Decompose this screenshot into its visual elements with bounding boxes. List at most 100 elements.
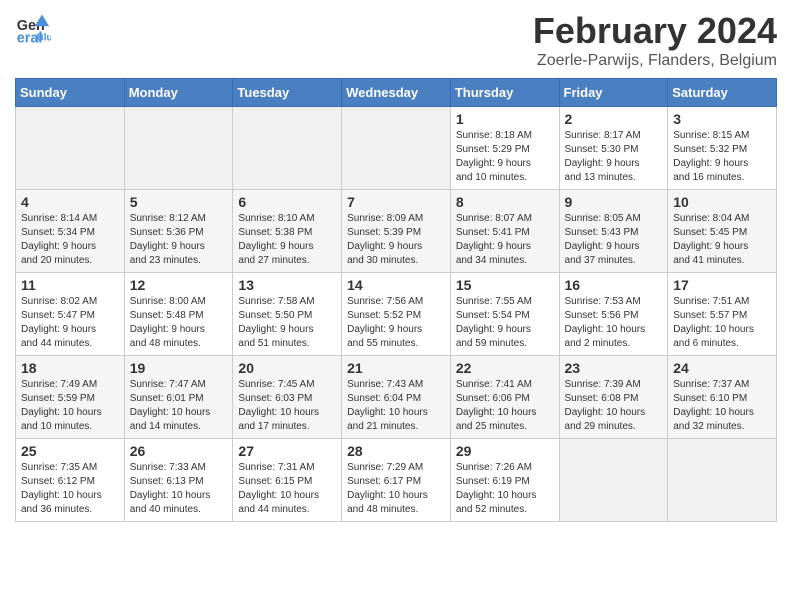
day-info: Sunrise: 8:00 AM Sunset: 5:48 PM Dayligh… <box>130 295 228 351</box>
day-info: Sunrise: 8:15 AM Sunset: 5:32 PM Dayligh… <box>673 129 771 185</box>
day-number: 11 <box>21 277 119 293</box>
calendar-week-2: 4Sunrise: 8:14 AM Sunset: 5:34 PM Daylig… <box>16 190 777 273</box>
calendar-cell: 7 Sunrise: 8:09 AM Sunset: 5:39 PM Daylig… <box>342 190 451 273</box>
day-info: Sunrise: 7:45 AM Sunset: 6:03 PM Dayligh… <box>238 378 336 434</box>
day-info: Sunrise: 7:29 AM Sunset: 6:17 PM Dayligh… <box>347 461 445 517</box>
logo: Gen eral Blue <box>15 10 51 46</box>
day-info: Sunrise: 7:51 AM Sunset: 5:57 PM Dayligh… <box>673 295 771 351</box>
calendar-cell: 10 Sunrise: 8:04 AM Sunset: 5:45 PM Dayli… <box>668 190 777 273</box>
day-number: 7 <box>347 194 445 210</box>
day-number: 16 <box>565 277 663 293</box>
day-number: 15 <box>456 277 554 293</box>
calendar-week-4: 18 Sunrise: 7:49 AM Sunset: 5:59 PM Dayli… <box>16 356 777 439</box>
day-info: Sunrise: 7:35 AM Sunset: 6:12 PM Dayligh… <box>21 461 119 517</box>
column-header-thursday: Thursday <box>450 79 559 107</box>
calendar-week-5: 25Sunrise: 7:35 AM Sunset: 6:12 PM Dayli… <box>16 439 777 522</box>
day-number: 3 <box>673 111 771 127</box>
day-number: 23 <box>565 360 663 376</box>
calendar-cell: 28 Sunrise: 7:29 AM Sunset: 6:17 PM Dayli… <box>342 439 451 522</box>
title-section: February 2024 Zoerle-Parwijs, Flanders, … <box>533 10 777 70</box>
calendar-cell: 4Sunrise: 8:14 AM Sunset: 5:34 PM Daylig… <box>16 190 125 273</box>
calendar-cell: 20 Sunrise: 7:45 AM Sunset: 6:03 PM Dayli… <box>233 356 342 439</box>
calendar-cell: 25Sunrise: 7:35 AM Sunset: 6:12 PM Dayli… <box>16 439 125 522</box>
calendar-cell: 9 Sunrise: 8:05 AM Sunset: 5:43 PM Daylig… <box>559 190 668 273</box>
day-info: Sunrise: 7:58 AM Sunset: 5:50 PM Dayligh… <box>238 295 336 351</box>
calendar-cell: 24 Sunrise: 7:37 AM Sunset: 6:10 PM Dayli… <box>668 356 777 439</box>
day-number: 14 <box>347 277 445 293</box>
day-info: Sunrise: 8:17 AM Sunset: 5:30 PM Dayligh… <box>565 129 663 185</box>
month-title: February 2024 <box>533 10 777 52</box>
day-info: Sunrise: 7:43 AM Sunset: 6:04 PM Dayligh… <box>347 378 445 434</box>
day-info: Sunrise: 7:31 AM Sunset: 6:15 PM Dayligh… <box>238 461 336 517</box>
calendar-cell: 19Sunrise: 7:47 AM Sunset: 6:01 PM Dayli… <box>124 356 233 439</box>
page-header: Gen eral Blue February 2024 Zoerle-Parwi… <box>15 10 777 70</box>
day-number: 20 <box>238 360 336 376</box>
day-info: Sunrise: 8:10 AM Sunset: 5:38 PM Dayligh… <box>238 212 336 268</box>
calendar-cell: 26 Sunrise: 7:33 AM Sunset: 6:13 PM Dayli… <box>124 439 233 522</box>
day-number: 26 <box>130 443 228 459</box>
logo-icon: Gen eral Blue <box>15 10 51 46</box>
calendar-cell: 14 Sunrise: 7:56 AM Sunset: 5:52 PM Dayli… <box>342 273 451 356</box>
calendar-cell: 2Sunrise: 8:17 AM Sunset: 5:30 PM Daylig… <box>559 107 668 190</box>
day-number: 5 <box>130 194 228 210</box>
day-number: 6 <box>238 194 336 210</box>
day-info: Sunrise: 7:26 AM Sunset: 6:19 PM Dayligh… <box>456 461 554 517</box>
day-number: 9 <box>565 194 663 210</box>
calendar-cell: 8Sunrise: 8:07 AM Sunset: 5:41 PM Daylig… <box>450 190 559 273</box>
column-header-tuesday: Tuesday <box>233 79 342 107</box>
calendar-week-3: 11 Sunrise: 8:02 AM Sunset: 5:47 PM Dayli… <box>16 273 777 356</box>
day-info: Sunrise: 7:49 AM Sunset: 5:59 PM Dayligh… <box>21 378 119 434</box>
day-number: 24 <box>673 360 771 376</box>
calendar-week-1: 1 Sunrise: 8:18 AM Sunset: 5:29 PM Daylig… <box>16 107 777 190</box>
calendar-cell: 1 Sunrise: 8:18 AM Sunset: 5:29 PM Daylig… <box>450 107 559 190</box>
calendar-cell: 22 Sunrise: 7:41 AM Sunset: 6:06 PM Dayli… <box>450 356 559 439</box>
calendar-cell: 6 Sunrise: 8:10 AM Sunset: 5:38 PM Daylig… <box>233 190 342 273</box>
day-number: 22 <box>456 360 554 376</box>
day-number: 19 <box>130 360 228 376</box>
day-info: Sunrise: 7:37 AM Sunset: 6:10 PM Dayligh… <box>673 378 771 434</box>
day-number: 29 <box>456 443 554 459</box>
day-number: 10 <box>673 194 771 210</box>
column-header-monday: Monday <box>124 79 233 107</box>
day-number: 28 <box>347 443 445 459</box>
calendar-body: 1 Sunrise: 8:18 AM Sunset: 5:29 PM Daylig… <box>16 107 777 522</box>
calendar-cell: 27 Sunrise: 7:31 AM Sunset: 6:15 PM Dayli… <box>233 439 342 522</box>
calendar-cell <box>233 107 342 190</box>
day-info: Sunrise: 7:56 AM Sunset: 5:52 PM Dayligh… <box>347 295 445 351</box>
day-info: Sunrise: 8:02 AM Sunset: 5:47 PM Dayligh… <box>21 295 119 351</box>
day-info: Sunrise: 7:41 AM Sunset: 6:06 PM Dayligh… <box>456 378 554 434</box>
day-number: 1 <box>456 111 554 127</box>
column-header-wednesday: Wednesday <box>342 79 451 107</box>
calendar-cell: 18 Sunrise: 7:49 AM Sunset: 5:59 PM Dayli… <box>16 356 125 439</box>
calendar-cell: 16Sunrise: 7:53 AM Sunset: 5:56 PM Dayli… <box>559 273 668 356</box>
calendar-cell: 23 Sunrise: 7:39 AM Sunset: 6:08 PM Dayli… <box>559 356 668 439</box>
location-subtitle: Zoerle-Parwijs, Flanders, Belgium <box>533 52 777 70</box>
day-info: Sunrise: 7:39 AM Sunset: 6:08 PM Dayligh… <box>565 378 663 434</box>
calendar-cell: 12 Sunrise: 8:00 AM Sunset: 5:48 PM Dayli… <box>124 273 233 356</box>
calendar-table: SundayMondayTuesdayWednesdayThursdayFrid… <box>15 78 777 522</box>
day-number: 12 <box>130 277 228 293</box>
day-info: Sunrise: 8:04 AM Sunset: 5:45 PM Dayligh… <box>673 212 771 268</box>
day-number: 27 <box>238 443 336 459</box>
day-info: Sunrise: 8:09 AM Sunset: 5:39 PM Dayligh… <box>347 212 445 268</box>
calendar-cell: 3 Sunrise: 8:15 AM Sunset: 5:32 PM Daylig… <box>668 107 777 190</box>
calendar-cell: 15Sunrise: 7:55 AM Sunset: 5:54 PM Dayli… <box>450 273 559 356</box>
calendar-header-row: SundayMondayTuesdayWednesdayThursdayFrid… <box>16 79 777 107</box>
calendar-cell <box>124 107 233 190</box>
day-info: Sunrise: 7:33 AM Sunset: 6:13 PM Dayligh… <box>130 461 228 517</box>
calendar-cell: 21 Sunrise: 7:43 AM Sunset: 6:04 PM Dayli… <box>342 356 451 439</box>
calendar-cell: 5 Sunrise: 8:12 AM Sunset: 5:36 PM Daylig… <box>124 190 233 273</box>
day-number: 18 <box>21 360 119 376</box>
day-info: Sunrise: 8:12 AM Sunset: 5:36 PM Dayligh… <box>130 212 228 268</box>
calendar-cell <box>342 107 451 190</box>
column-header-saturday: Saturday <box>668 79 777 107</box>
day-info: Sunrise: 8:18 AM Sunset: 5:29 PM Dayligh… <box>456 129 554 185</box>
calendar-cell <box>668 439 777 522</box>
calendar-cell <box>16 107 125 190</box>
calendar-cell: 29 Sunrise: 7:26 AM Sunset: 6:19 PM Dayli… <box>450 439 559 522</box>
day-number: 17 <box>673 277 771 293</box>
day-info: Sunrise: 8:05 AM Sunset: 5:43 PM Dayligh… <box>565 212 663 268</box>
day-number: 21 <box>347 360 445 376</box>
day-number: 4 <box>21 194 119 210</box>
day-number: 13 <box>238 277 336 293</box>
